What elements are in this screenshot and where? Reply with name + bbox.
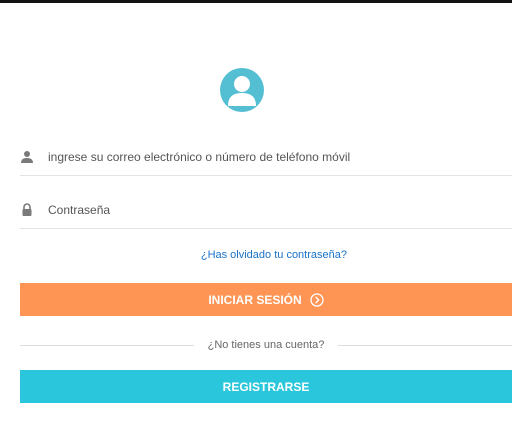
password-field — [20, 193, 512, 229]
chevron-right-circle-icon — [310, 292, 324, 307]
lock-icon — [20, 203, 34, 217]
top-border — [0, 0, 512, 3]
divider-line-left — [20, 344, 194, 346]
email-field — [20, 140, 512, 176]
user-icon — [20, 150, 34, 164]
forgot-password-link[interactable]: ¿Has olvidado tu contraseña? — [0, 249, 512, 261]
no-account-text: ¿No tienes una cuenta? — [207, 339, 325, 351]
password-input[interactable] — [48, 199, 498, 221]
login-button[interactable]: INICIAR SESIÓN — [20, 283, 512, 316]
divider-line-right — [338, 344, 512, 346]
email-input[interactable] — [48, 146, 498, 168]
user-avatar-icon — [220, 68, 264, 112]
no-account-divider: ¿No tienes una cuenta? — [20, 337, 512, 353]
register-button[interactable]: REGISTRARSE — [20, 370, 512, 403]
login-button-label: INICIAR SESIÓN — [208, 292, 302, 307]
login-page: ¿Has olvidado tu contraseña? INICIAR SES… — [0, 0, 512, 425]
